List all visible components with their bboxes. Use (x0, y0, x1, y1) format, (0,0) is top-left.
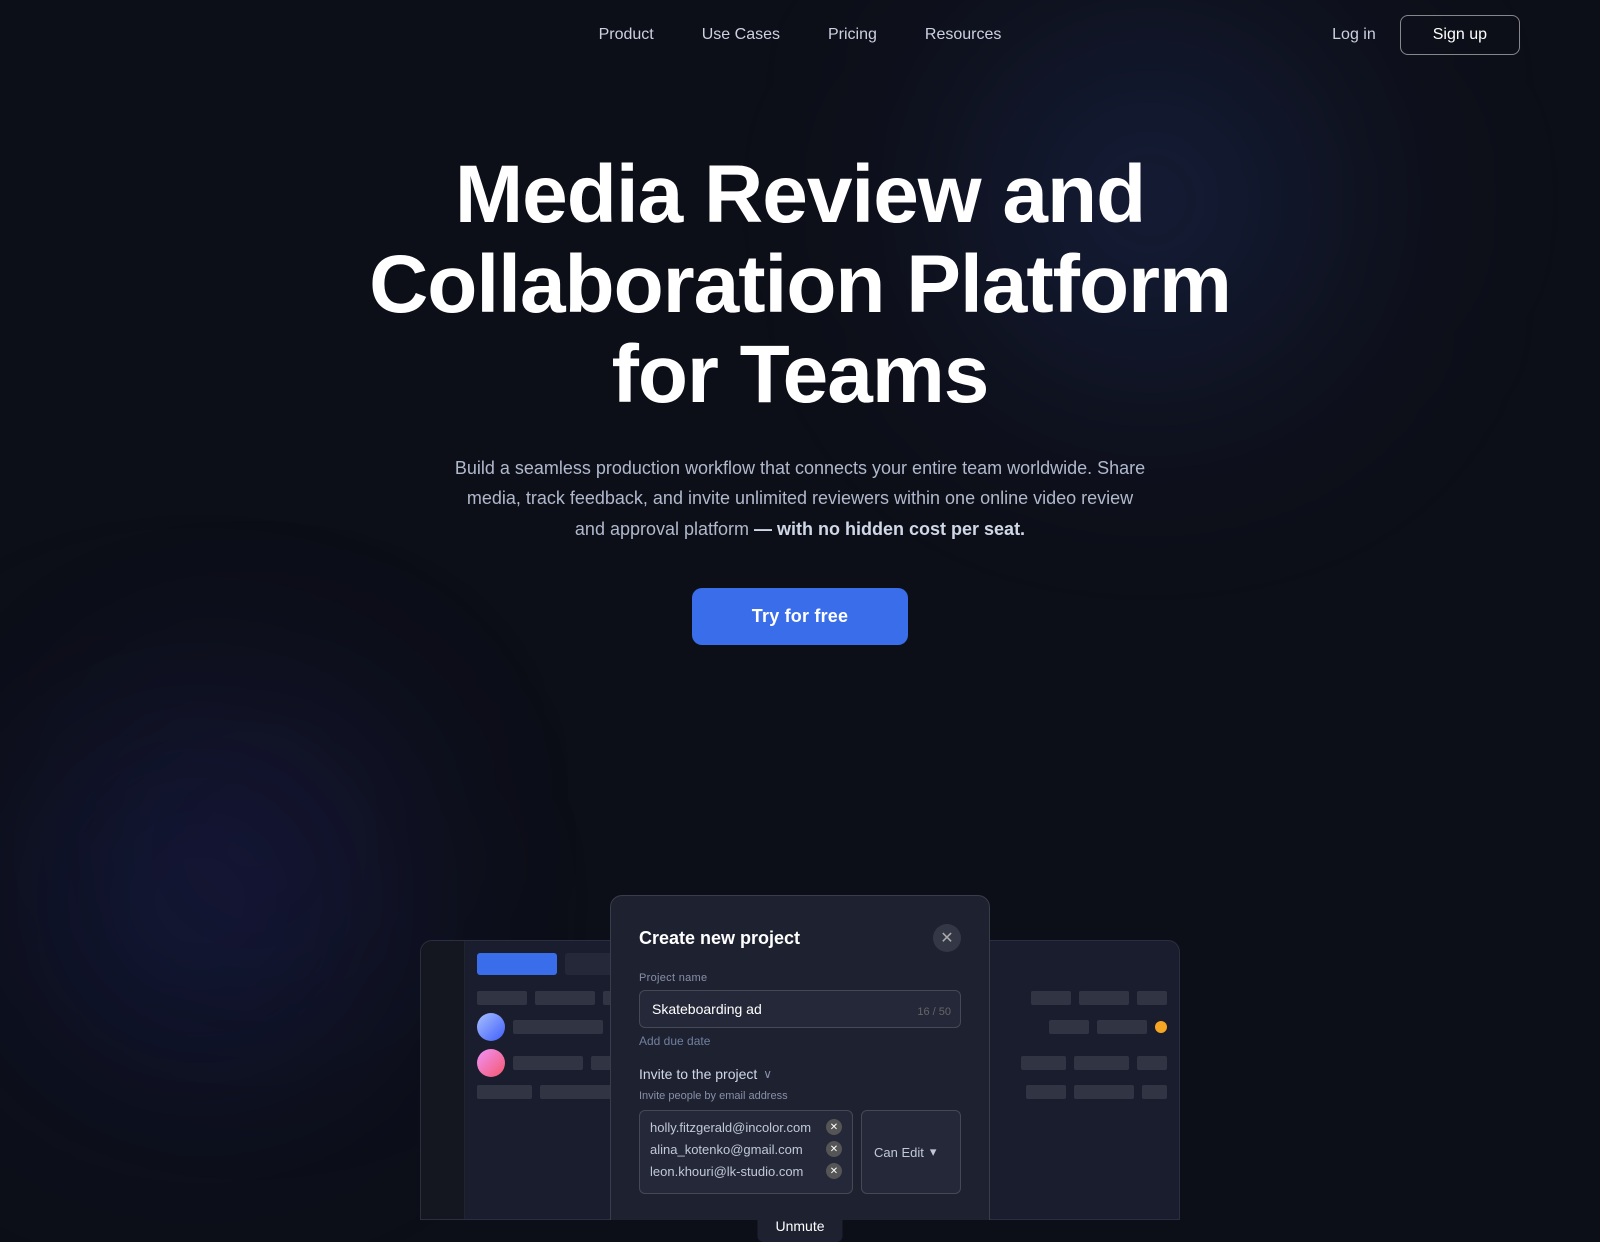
permission-select[interactable]: Can Edit ▾ (861, 1110, 961, 1194)
nav-inner: Product Use Cases Pricing Resources Log … (80, 26, 1520, 44)
invite-chevron-icon[interactable]: ∨ (763, 1067, 772, 1081)
remove-email-1-button[interactable]: ✕ (826, 1119, 842, 1135)
bg-glow-purple (100, 700, 400, 1000)
invite-emails-area[interactable]: holly.fitzgerald@incolor.com ✕ alina_kot… (639, 1110, 853, 1194)
app-cell (535, 991, 595, 1005)
modal-close-button[interactable]: ✕ (933, 924, 961, 952)
app-status-dot-yellow (1155, 1021, 1167, 1033)
bg-glow-bottom-left (0, 700, 400, 1100)
invite-email-3: leon.khouri@lk-studio.com (650, 1164, 818, 1179)
modal-header: Create new project ✕ (639, 924, 961, 952)
project-name-label: Project name (639, 972, 961, 984)
permission-label: Can Edit (874, 1145, 924, 1160)
app-cell (1137, 991, 1167, 1005)
hero-subtitle-bold: — with no hidden cost per seat. (754, 519, 1025, 539)
invite-email-row-2: alina_kotenko@gmail.com ✕ (650, 1141, 842, 1157)
invite-email-2: alina_kotenko@gmail.com (650, 1142, 818, 1157)
invite-input-row: holly.fitzgerald@incolor.com ✕ alina_kot… (639, 1110, 961, 1194)
invite-email-1: holly.fitzgerald@incolor.com (650, 1120, 818, 1135)
app-cell (1074, 1085, 1134, 1099)
nav-link-product[interactable]: Product (599, 26, 654, 44)
app-cell (1142, 1085, 1167, 1099)
char-count: 16 / 50 (917, 1006, 951, 1018)
app-cell (1049, 1020, 1089, 1034)
app-avatar-2 (477, 1049, 505, 1077)
try-for-free-button[interactable]: Try for free (692, 588, 908, 645)
app-row-blue (477, 953, 557, 975)
app-cell (1021, 1056, 1066, 1070)
app-cell (1079, 991, 1129, 1005)
app-cell (513, 1020, 603, 1034)
create-project-modal: Create new project ✕ Project name 16 / 5… (610, 895, 990, 1220)
invite-email-row-3: leon.khouri@lk-studio.com ✕ (650, 1163, 842, 1179)
nav-link-pricing[interactable]: Pricing (828, 26, 877, 44)
app-cell (513, 1056, 583, 1070)
project-name-input[interactable] (639, 990, 961, 1028)
hero-title: Media Review and Collaboration Platform … (325, 150, 1275, 421)
invite-section-title: Invite to the project (639, 1066, 757, 1082)
nav-auth: Log in Sign up (1332, 15, 1520, 55)
app-cell (1026, 1085, 1066, 1099)
app-cell (1031, 991, 1071, 1005)
invite-section-header: Invite to the project ∨ (639, 1066, 961, 1082)
nav-link-use-cases[interactable]: Use Cases (702, 26, 780, 44)
permission-chevron-icon: ▾ (930, 1144, 937, 1160)
project-name-input-wrap: 16 / 50 (639, 990, 961, 1028)
hero-subtitle: Build a seamless production workflow tha… (450, 453, 1150, 545)
invite-sublabel: Invite people by email address (639, 1090, 961, 1102)
app-cell (477, 1085, 532, 1099)
add-due-date[interactable]: Add due date (639, 1034, 961, 1048)
signup-button[interactable]: Sign up (1400, 15, 1520, 55)
remove-email-3-button[interactable]: ✕ (826, 1163, 842, 1179)
remove-email-2-button[interactable]: ✕ (826, 1141, 842, 1157)
unmute-tooltip[interactable]: Unmute (757, 1210, 842, 1242)
app-cell (477, 991, 527, 1005)
invite-email-row-1: holly.fitzgerald@incolor.com ✕ (650, 1119, 842, 1135)
app-avatar-1 (477, 1013, 505, 1041)
nav-links: Product Use Cases Pricing Resources (599, 26, 1002, 44)
app-cell (1137, 1056, 1167, 1070)
app-cell (1097, 1020, 1147, 1034)
app-cell (1074, 1056, 1129, 1070)
app-sidebar-preview (421, 941, 465, 1219)
app-cell (540, 1085, 615, 1099)
hero-section: Media Review and Collaboration Platform … (0, 70, 1600, 645)
modal-title: Create new project (639, 928, 800, 949)
navbar: Product Use Cases Pricing Resources Log … (0, 0, 1600, 70)
nav-link-resources[interactable]: Resources (925, 26, 1001, 44)
login-link[interactable]: Log in (1332, 26, 1376, 44)
